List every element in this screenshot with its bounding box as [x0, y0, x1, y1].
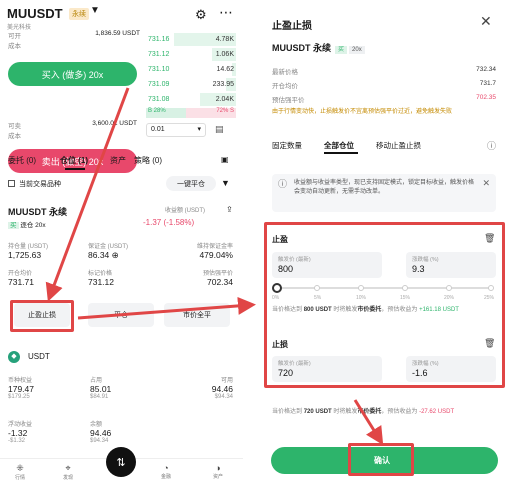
tp-slider[interactable]: [272, 283, 496, 295]
tpsl-dialog: 止盈止损 ✕ MUUSDT 永续买 20x 最新价格 732.34 开仓均价 731.…: [262, 0, 507, 488]
document-icon[interactable]: ▣: [221, 155, 229, 164]
tp-estimate: 当价格达到 800 USDT 时将触发市价委托，预估收益为 +161.18 US…: [272, 307, 459, 313]
tp-pct-input[interactable]: 涨跌幅 (%) 9.3: [406, 252, 496, 278]
orderbook-row[interactable]: 731.09 233.95: [146, 77, 236, 92]
edit-margin-icon[interactable]: ⊕: [112, 250, 119, 260]
tp-trigger-input[interactable]: 触发价 (最新) 800: [272, 252, 382, 278]
orderbook-row[interactable]: 731.16 4.78K: [146, 32, 236, 47]
cost-row: 成本: [8, 43, 21, 50]
close-all-button[interactable]: 一键平仓: [166, 176, 216, 191]
more-icon[interactable]: ⋯: [219, 4, 233, 21]
tab-strategies[interactable]: 策略 (0): [134, 155, 162, 166]
assets-icon: ◑: [215, 463, 221, 473]
tabs-bar: 委托 (0) 仓位 (1) 资产 策略 (0) ▣: [8, 155, 238, 170]
entry-price-row: 开仓均价 731.7: [272, 80, 496, 90]
tp-title: 止盈: [272, 235, 288, 244]
asset-coin: USDT: [28, 352, 50, 361]
highlight-box-confirm: [348, 443, 414, 476]
nav-discover[interactable]: ⌖ 发现: [58, 463, 78, 481]
position-symbol: MUUSDT 永续: [8, 207, 67, 217]
orderbook-row[interactable]: 731.08 2.04K: [146, 92, 236, 107]
sl-estimate: 当价格达到 720 USDT 时将触发市价委托，预估收益为 -27.62 USD…: [272, 409, 455, 415]
orderbook-row[interactable]: 731.10 14.62: [146, 62, 236, 77]
tp-slider-ticks: 0% 5% 10% 15% 20% 25%: [272, 295, 495, 301]
trade-screen: MUUSDT 永续 ▼ 美光科技 ⚙ ⋯ 可开 1,836.59 USDT 成本 …: [0, 0, 243, 488]
slider-knob[interactable]: [272, 283, 282, 293]
perpetual-tag: 永续: [69, 8, 89, 20]
header: MUUSDT 永续 ▼ 美光科技 ⚙ ⋯: [7, 4, 237, 31]
dialog-title: 止盈止损: [272, 21, 312, 32]
discover-icon: ⌖: [65, 463, 71, 473]
bottom-nav: ⁜ 行情 ⌖ 发现 ⇅ ◔ 金融 ◑ 资产: [0, 447, 243, 488]
info-icon[interactable]: ⓘ: [487, 139, 496, 152]
trash-icon[interactable]: 🗑: [484, 233, 495, 244]
highlight-box-tpsl: [10, 300, 74, 332]
dialog-symbol: MUUSDT 永续买 20x: [272, 41, 365, 54]
precision-select[interactable]: 0.01 ▾: [146, 123, 206, 137]
chart-settings-icon[interactable]: ⚙: [195, 7, 207, 23]
nav-finance[interactable]: ◔ 金融: [156, 463, 176, 480]
orderbook: 731.16 4.78K 731.12 1.06K 731.10 14.62 731.…: [146, 32, 236, 107]
tab-trailing[interactable]: 移动止盈止损: [376, 140, 421, 151]
tab-full-position[interactable]: 全部仓位: [324, 140, 354, 151]
close-icon[interactable]: ✕: [480, 13, 492, 30]
position-badges: 买 逐仓 20x: [8, 219, 46, 229]
close-icon[interactable]: ✕: [482, 179, 490, 188]
tab-underline: [65, 168, 85, 170]
tab-orders[interactable]: 委托 (0): [8, 155, 36, 166]
nav-trade[interactable]: ⇅: [106, 447, 136, 477]
latest-price-row: 最新价格 732.34: [272, 66, 496, 76]
symbol-title[interactable]: MUUSDT: [7, 6, 63, 21]
sl-title: 止损: [272, 340, 288, 349]
warning-text: 由于行情变动快，止损触发价不宜离预估强平价过近，避免触发失败: [272, 109, 453, 115]
leverage-badge: 20x: [35, 222, 46, 229]
tab-fixed-qty[interactable]: 固定数量: [272, 140, 302, 151]
chevron-down-icon[interactable]: ▼: [90, 5, 100, 16]
mode-tabs: 固定数量 全部仓位 移动止盈止损 ⓘ: [272, 140, 496, 154]
available-open-row: 可开 1,836.59 USDT: [8, 30, 140, 40]
sl-trigger-input[interactable]: 触发价 (最新) 720: [272, 356, 382, 382]
asset-header: ◆ USDT: [8, 350, 238, 364]
nav-assets[interactable]: ◑ 资产: [208, 463, 228, 480]
info-icon: ⓘ: [278, 179, 288, 189]
buy-sell-ratio: B 28% 72% S: [146, 108, 236, 118]
tab-assets[interactable]: 资产: [110, 155, 126, 166]
filter-icon[interactable]: ▼: [221, 178, 230, 188]
order-panel: 可开 1,836.59 USDT 成本 买入 (做多) 20x 可卖 3,600.0…: [8, 30, 140, 173]
buy-long-button[interactable]: 买入 (做多) 20x: [8, 62, 137, 86]
market-icon: ⁜: [16, 463, 24, 473]
orderbook-layout-icon[interactable]: ▤: [215, 124, 224, 135]
close-position-button[interactable]: 平仓: [88, 303, 154, 327]
nav-market[interactable]: ⁜ 行情: [10, 463, 30, 481]
trade-icon: ⇅: [116, 456, 126, 469]
finance-icon: ◔: [163, 463, 169, 473]
market-close-button[interactable]: 市价全平: [164, 303, 230, 327]
tab-positions[interactable]: 仓位 (1): [60, 155, 88, 166]
tab-underline: [324, 152, 358, 154]
sl-pct-input[interactable]: 涨跌幅 (%) -1.6: [406, 356, 496, 382]
usdt-icon: ◆: [8, 351, 20, 363]
available-sell-block: 可卖 3,600.01 USDT 成本: [8, 120, 137, 140]
trash-icon[interactable]: 🗑: [484, 338, 495, 349]
pnl-label: 收益额 (USDT): [165, 208, 205, 214]
notice-banner: ⓘ 收益额与收益率类型，现已支持固定模式，锁定目标收益，触发价格会变动自动更新，…: [272, 174, 496, 212]
chevron-down-icon: ▾: [197, 126, 201, 133]
liq-price-row: 预估强平价 702.35: [272, 94, 496, 104]
pnl-value: -1.37 (-1.58%): [143, 218, 195, 227]
side-badge: 买: [8, 222, 19, 229]
share-icon[interactable]: ⇪: [226, 205, 233, 214]
margin-mode-badge: 逐仓: [20, 222, 34, 229]
orderbook-row[interactable]: 731.12 1.06K: [146, 47, 236, 62]
current-symbol-label: 当前交易品种: [19, 181, 61, 188]
current-symbol-checkbox[interactable]: [8, 180, 15, 187]
